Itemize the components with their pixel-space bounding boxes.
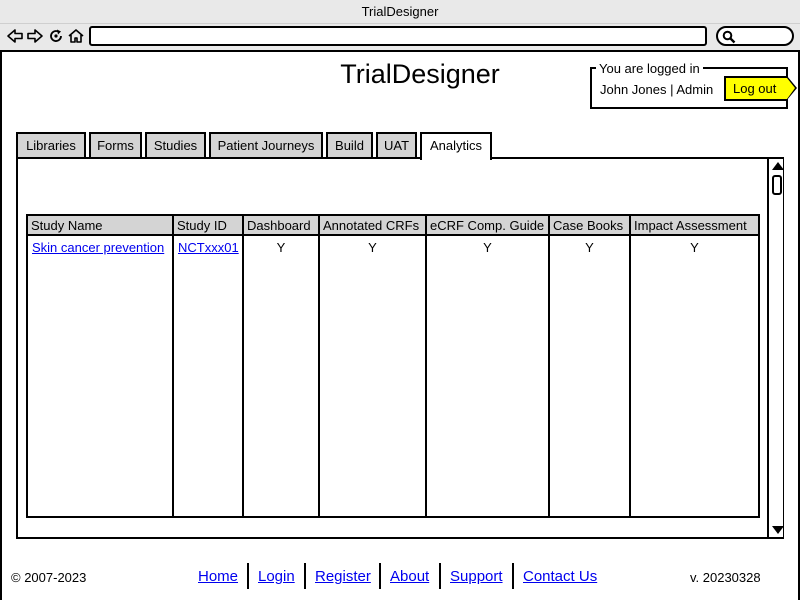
tab-label: Analytics	[429, 138, 483, 153]
footer-link-home[interactable]: Home	[198, 568, 238, 585]
case-books-cell: Y	[585, 240, 594, 255]
vertical-scrollbar[interactable]	[767, 159, 784, 537]
search-icon	[722, 30, 736, 44]
column-divider	[548, 216, 550, 516]
annotated-crfs-cell: Y	[368, 240, 377, 255]
study-id-link[interactable]: NCTxxx01	[175, 238, 242, 258]
dashboard-cell: Y	[276, 240, 286, 255]
footer-link-support[interactable]: Support	[450, 568, 503, 585]
footer-separator	[304, 563, 306, 589]
app-title: TrialDesigner	[340, 59, 500, 89]
column-header-dashboard[interactable]: Dashboard	[244, 216, 318, 236]
version-text: v. 20230328	[690, 570, 761, 585]
page-frame-left	[0, 50, 2, 600]
column-header-study-name[interactable]: Study Name	[28, 216, 172, 236]
footer-separator	[379, 563, 381, 589]
window-title-bar: TrialDesigner	[0, 0, 800, 24]
footer-link-register[interactable]: Register	[315, 568, 371, 585]
tab-label: Patient Journeys	[217, 138, 315, 153]
column-divider	[318, 216, 320, 516]
column-header-ecrf-comp-guide[interactable]: eCRF Comp. Guide	[427, 216, 548, 236]
footer-link-contact-us[interactable]: Contact Us	[523, 568, 597, 585]
page-frame-top	[0, 50, 800, 52]
tab-forms[interactable]: Forms	[89, 132, 142, 158]
tab-libraries[interactable]: Libraries	[16, 132, 86, 158]
footer-separator	[247, 563, 249, 589]
study-name-link[interactable]: Skin cancer prevention	[29, 238, 172, 258]
forward-icon[interactable]	[26, 27, 44, 45]
scroll-thumb[interactable]	[772, 175, 782, 195]
studies-table: Study Name Study ID Dashboard Annotated …	[26, 214, 760, 518]
tab-label: Libraries	[26, 138, 76, 153]
login-legend: You are logged in	[596, 61, 703, 76]
tab-analytics[interactable]: Analytics	[420, 132, 492, 160]
column-header-study-id[interactable]: Study ID	[174, 216, 242, 236]
footer-link-about[interactable]: About	[390, 568, 429, 585]
browser-toolbar	[0, 24, 800, 50]
home-icon[interactable]	[67, 27, 85, 45]
footer-link-login[interactable]: Login	[258, 568, 295, 585]
column-header-impact-assessment[interactable]: Impact Assessment	[631, 216, 758, 236]
column-divider	[629, 216, 631, 516]
logout-button[interactable]: Log out	[724, 76, 797, 101]
scroll-up-icon[interactable]	[772, 162, 784, 170]
tab-uat[interactable]: UAT	[376, 132, 417, 158]
column-header-case-books[interactable]: Case Books	[550, 216, 629, 236]
tab-label: UAT	[383, 138, 410, 153]
tab-label: Forms	[97, 138, 134, 153]
copyright-text: © 2007-2023	[11, 570, 87, 585]
window-title: TrialDesigner	[361, 4, 439, 19]
reload-icon[interactable]	[47, 27, 65, 45]
user-label: John Jones | Admin	[600, 82, 714, 97]
footer-separator	[512, 563, 514, 589]
tab-label: Build	[335, 138, 364, 153]
column-header-annotated-crfs[interactable]: Annotated CRFs	[320, 216, 425, 236]
tab-patient-journeys[interactable]: Patient Journeys	[209, 132, 323, 158]
ecrf-comp-guide-cell: Y	[483, 240, 492, 255]
footer-separator	[439, 563, 441, 589]
browser-search-input[interactable]	[716, 26, 794, 46]
back-icon[interactable]	[6, 27, 24, 45]
impact-assessment-cell: Y	[690, 240, 699, 255]
column-divider	[425, 216, 427, 516]
column-divider	[172, 216, 174, 516]
tab-label: Studies	[153, 138, 198, 153]
url-input[interactable]	[89, 26, 707, 46]
logout-label: Log out	[733, 81, 777, 96]
tab-build[interactable]: Build	[326, 132, 373, 158]
column-divider	[242, 216, 244, 516]
scroll-down-icon[interactable]	[772, 526, 784, 534]
tab-studies[interactable]: Studies	[145, 132, 206, 158]
